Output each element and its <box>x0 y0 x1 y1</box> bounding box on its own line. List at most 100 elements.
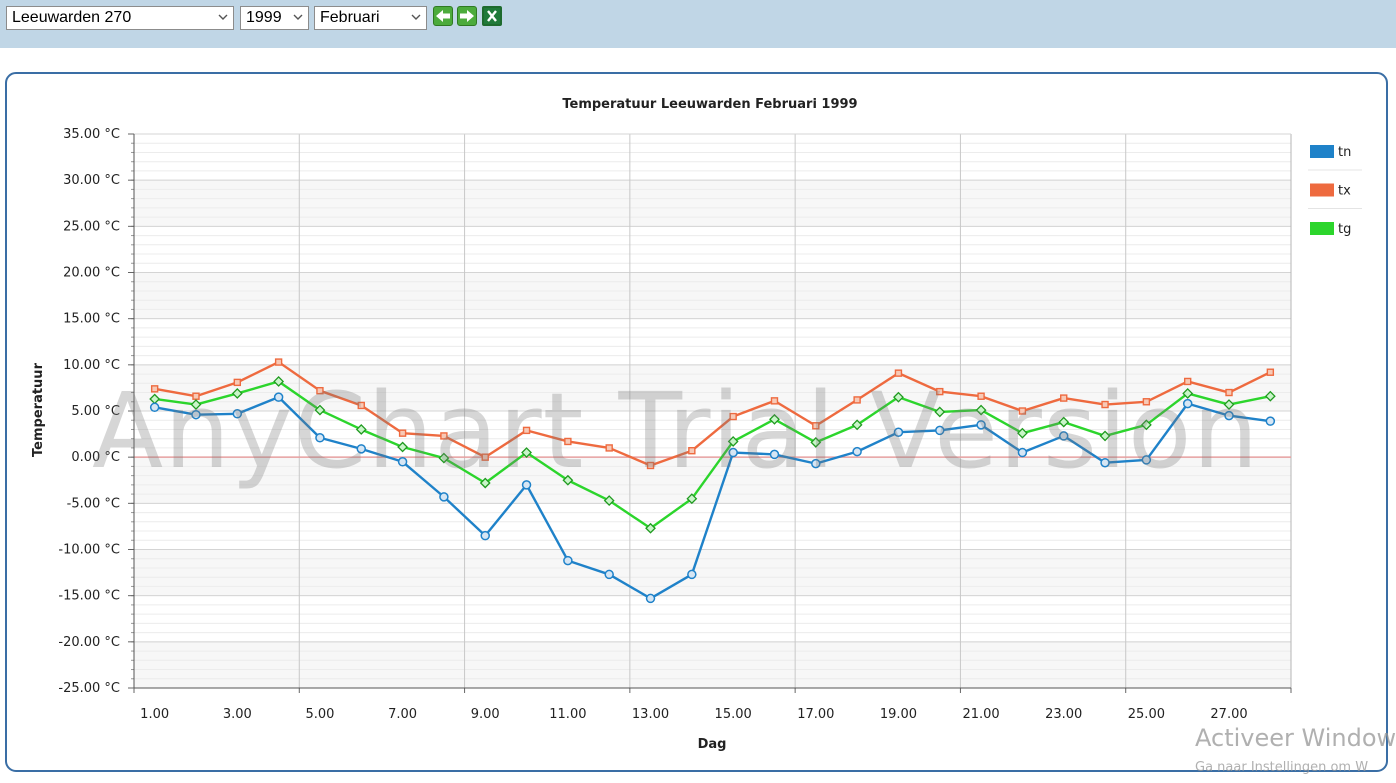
data-point-tx <box>894 369 903 377</box>
plot-band <box>134 318 1291 365</box>
data-point-tx <box>936 387 944 396</box>
x-tick-label: 27.00 <box>1210 707 1247 722</box>
y-tick-label: 5.00 °C <box>71 404 120 419</box>
legend-swatch-tn <box>1310 145 1334 158</box>
x-tick-label: 7.00 <box>388 707 417 722</box>
data-point-tx <box>316 386 324 395</box>
data-point-tn <box>645 593 656 604</box>
x-tick-label: 21.00 <box>962 707 999 722</box>
x-axis-title: Dag <box>698 737 727 752</box>
plot-band <box>134 549 1291 596</box>
y-tick-label: 35.00 °C <box>63 127 120 142</box>
y-tick-label: -20.00 °C <box>58 635 120 650</box>
data-point-tx <box>1183 377 1192 386</box>
data-point-tn <box>852 446 862 457</box>
data-point-tn <box>356 444 367 454</box>
data-point-tx <box>564 437 572 446</box>
data-point-tx <box>192 392 200 400</box>
data-point-tn <box>769 449 780 460</box>
y-tick-label: 30.00 °C <box>63 173 120 188</box>
x-tick-label: 25.00 <box>1128 707 1165 722</box>
data-point-tn <box>397 457 408 467</box>
data-point-tn <box>1224 410 1234 421</box>
y-tick-label: 25.00 °C <box>63 219 120 234</box>
x-tick-label: 19.00 <box>880 707 917 722</box>
data-point-tn <box>1058 431 1069 441</box>
legend-item-tn: tn <box>1308 145 1362 171</box>
data-point-tn <box>273 392 284 402</box>
data-point-tx <box>605 444 613 452</box>
data-point-tx <box>481 453 489 461</box>
plot-band <box>134 595 1291 642</box>
legend-label-tg: tg <box>1338 222 1351 237</box>
plot-band <box>134 272 1291 319</box>
x-tick-label: 17.00 <box>797 707 834 722</box>
data-point-tn <box>1100 457 1110 468</box>
data-point-tn <box>811 458 821 469</box>
data-point-tn <box>687 569 697 580</box>
data-point-tn <box>149 402 160 413</box>
data-point-tx <box>1266 368 1275 376</box>
data-point-tx <box>357 401 365 410</box>
y-tick-label: -15.00 °C <box>58 589 120 604</box>
y-axis-title: Temperatuur <box>31 362 46 457</box>
data-point-tn <box>315 433 325 443</box>
chart-title: Temperatuur Leeuwarden Februari 1999 <box>562 97 857 112</box>
y-tick-label: -25.00 °C <box>58 681 120 696</box>
data-point-tn <box>604 569 614 580</box>
data-point-tx <box>398 429 407 437</box>
y-tick-label: -10.00 °C <box>58 543 120 558</box>
data-point-tx <box>150 385 159 393</box>
legend: tn tx tg <box>1308 145 1362 237</box>
temperature-chart: Temperatuur Leeuwarden Februari 1999 35.… <box>31 97 1362 752</box>
data-point-tn <box>521 480 532 490</box>
x-tick-label: 13.00 <box>632 707 669 722</box>
data-point-tn <box>1182 398 1193 409</box>
data-point-tx <box>1101 400 1109 409</box>
data-point-tn <box>480 530 490 541</box>
data-point-tn <box>563 555 573 566</box>
x-tick-label: 23.00 <box>1045 707 1082 722</box>
plot-band <box>134 134 1291 181</box>
data-point-tx <box>440 432 448 440</box>
plot-band <box>134 180 1291 227</box>
data-point-tx <box>1060 394 1068 402</box>
data-point-tn <box>728 447 738 458</box>
legend-label-tn: tn <box>1338 145 1351 160</box>
legend-item-tx: tx <box>1308 183 1362 209</box>
legend-swatch-tx <box>1310 183 1334 197</box>
legend-item-tg: tg <box>1310 222 1351 237</box>
data-point-tn <box>232 409 243 419</box>
y-tick-label: 20.00 °C <box>63 266 120 281</box>
y-tick-label: 15.00 °C <box>63 312 120 327</box>
data-point-tx <box>1142 398 1151 406</box>
data-point-tx <box>812 422 820 430</box>
data-point-tn <box>976 420 986 430</box>
data-point-tn <box>893 427 904 437</box>
data-point-tx <box>646 461 655 470</box>
plot-band <box>134 226 1291 273</box>
legend-swatch-tg <box>1310 222 1334 235</box>
x-tick-label: 3.00 <box>223 707 252 722</box>
data-point-tx <box>853 396 861 404</box>
data-point-tn <box>1017 447 1028 458</box>
x-tick-label: 5.00 <box>305 707 334 722</box>
data-point-tx <box>688 447 696 455</box>
y-tick-label: 10.00 °C <box>63 358 120 373</box>
data-point-tx <box>729 412 737 421</box>
x-axis-ticks: 1.00 3.00 5.00 7.00 9.00 11.00 13.00 15.00 17.00… <box>140 707 1247 722</box>
data-point-tx <box>1225 388 1233 397</box>
x-tick-label: 1.00 <box>140 707 169 722</box>
x-tick-label: 9.00 <box>471 707 500 722</box>
data-point-tx <box>233 378 242 387</box>
x-tick-label: 11.00 <box>549 707 586 722</box>
data-point-tx <box>770 397 779 405</box>
data-point-tx <box>274 358 283 366</box>
data-point-tn <box>1141 455 1152 465</box>
x-tick-label: 15.00 <box>715 707 752 722</box>
data-point-tn <box>1265 416 1276 426</box>
data-point-tn <box>935 425 945 436</box>
y-axis-ticks: 35.00 °C 30.00 °C 25.00 °C 20.00 °C 15.00 °C… <box>58 127 120 696</box>
data-point-tx <box>522 426 531 435</box>
y-tick-label: -5.00 °C <box>67 496 120 511</box>
